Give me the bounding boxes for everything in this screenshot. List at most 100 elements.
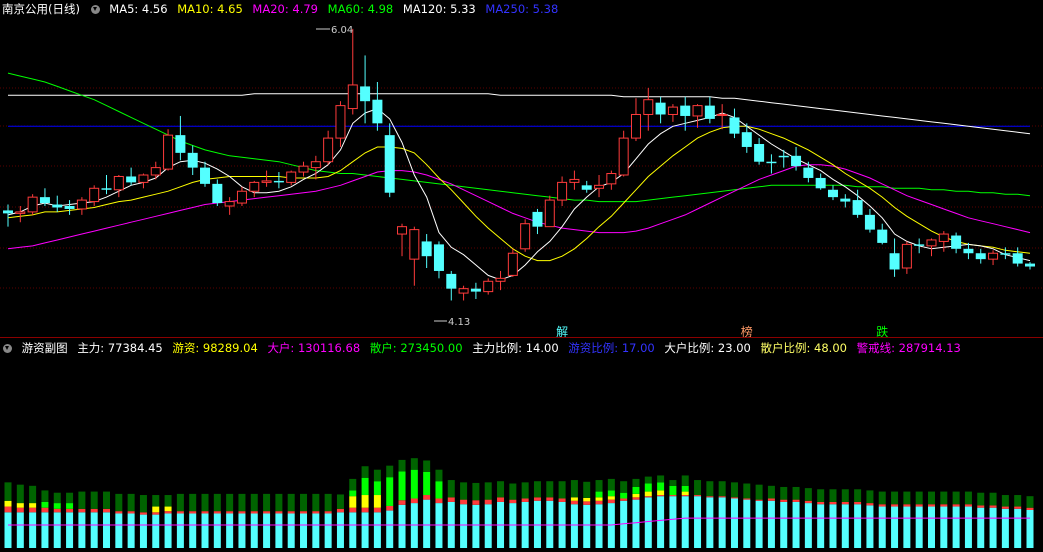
sub-bar-bigholder (570, 500, 578, 505)
sub-bar-bigholder (1026, 507, 1034, 510)
candle-down (729, 117, 740, 134)
low-label: 4.13 (448, 317, 470, 328)
sub-bar-bigholder (484, 499, 492, 505)
sub-bar-retaildark (866, 490, 874, 504)
sub-bar-base (817, 504, 825, 548)
sub-bar-bigholder (336, 508, 344, 513)
candle-up (138, 174, 149, 183)
sub-bar-retaildark (718, 481, 726, 497)
candle-down (741, 132, 752, 147)
sub-bar-retaildark (226, 493, 234, 512)
candle-down (470, 288, 481, 292)
candle-down (212, 183, 223, 204)
sub-bar-bigholder (644, 496, 652, 498)
sub-bar-base (644, 497, 652, 548)
candle-down (39, 197, 50, 204)
sub-bar-retaildark (558, 481, 566, 499)
sub-bar-bigholder (558, 498, 566, 502)
moving-average-lines (7, 72, 1031, 281)
sub-bar-base (866, 505, 874, 548)
candle-up (261, 180, 272, 183)
sub-bar-base (423, 499, 431, 548)
sub-bar-base (964, 506, 972, 548)
candle-down (951, 235, 962, 249)
sub-bar-retaildark (681, 475, 689, 486)
sub-bar-bigholder (878, 504, 886, 507)
sub-dropdown-icon[interactable] (3, 344, 12, 353)
sub-bar-bigholder (620, 498, 628, 501)
candle-down (914, 244, 925, 246)
sub-bar-base (127, 513, 135, 548)
sub-bar-base (730, 498, 738, 548)
sub-bar-retaildark (287, 493, 295, 512)
sub-bar-base (632, 499, 640, 548)
sub-bar-bigholder (891, 504, 899, 507)
sub-bar-retaildark (201, 493, 209, 512)
sub-bar-base (706, 497, 714, 548)
candle-up (15, 211, 26, 214)
sub-title[interactable]: 游资副图 (22, 341, 68, 355)
sub-bar-bigholder (817, 501, 825, 505)
sub-bar-hotmoney (164, 506, 172, 512)
sub-bar-retaildark (127, 493, 135, 512)
sub-bar-retaildark (213, 493, 221, 512)
price-chart[interactable]: 6.04 4.13 解榜跌财涨 (0, 0, 1043, 552)
candle-up (483, 280, 494, 293)
candle-up (150, 167, 161, 176)
dropdown-icon[interactable] (90, 5, 100, 14)
sub-bar-base (29, 512, 37, 548)
ma60-line (7, 72, 1031, 203)
candle-up (298, 165, 309, 173)
sub-bar-retaildark (497, 481, 505, 498)
candle-up (113, 175, 124, 191)
sub-bar-retaildark (164, 495, 172, 507)
candle-down (64, 206, 75, 209)
sub-bar-bigholder (324, 511, 332, 514)
candle-up (717, 113, 728, 116)
sub-bar-base (41, 512, 49, 548)
candle-up (618, 137, 629, 176)
sub-bar-bigholder (139, 512, 147, 515)
sub-bar-bigholder (164, 511, 172, 514)
sub-bar-base (533, 500, 541, 548)
sub-bar-retaildark (423, 460, 431, 472)
sub-bar-base (583, 504, 591, 548)
sub-bar-base (595, 504, 603, 548)
candle-down (704, 105, 715, 119)
sub-bar-bigholder (53, 508, 61, 513)
sub-bar-base (386, 510, 394, 548)
sub-bar-bigholder (730, 497, 738, 499)
sub-bar-retaildark (509, 483, 517, 500)
candlesticks (3, 28, 1035, 301)
sub-bar-retaildark (657, 475, 665, 483)
sub-bar-base (361, 512, 369, 548)
youzi-legend: 游资: 98289.04 (172, 341, 258, 355)
candle-up (643, 99, 654, 115)
sub-bar-base (66, 512, 74, 548)
sub-bar-bigholder (103, 508, 111, 513)
candle-up (335, 105, 346, 139)
sub-bar-base (977, 507, 985, 548)
sub-bar-retaildark (139, 495, 147, 513)
sub-bar-retaildark (152, 495, 160, 507)
sub-bar-bigholder (915, 504, 923, 507)
candle-up (544, 199, 555, 228)
sub-bar-retaildark (915, 491, 923, 505)
candle-up (163, 134, 174, 170)
sub-bar-retaildark (767, 485, 775, 499)
sub-bar-bigholder (41, 507, 49, 513)
ma120-line (8, 93, 1031, 135)
candle-down (864, 214, 875, 230)
sub-bar-retail (632, 486, 640, 494)
stock-title[interactable]: 南京公用(日线) (2, 2, 80, 16)
sub-bar-retail (657, 482, 665, 491)
sub-bar-retail (681, 485, 689, 492)
sub-bar-bigholder (300, 511, 308, 514)
sub-bar-retaildark (349, 478, 357, 491)
sub-bar-bigholder (447, 497, 455, 502)
sub-bar-base (103, 512, 111, 548)
sub-bar-base (287, 513, 295, 548)
sub-bar-hotmoney (681, 491, 689, 496)
sub-bar-bigholder (398, 500, 406, 505)
sub-bar-retaildark (312, 493, 320, 512)
